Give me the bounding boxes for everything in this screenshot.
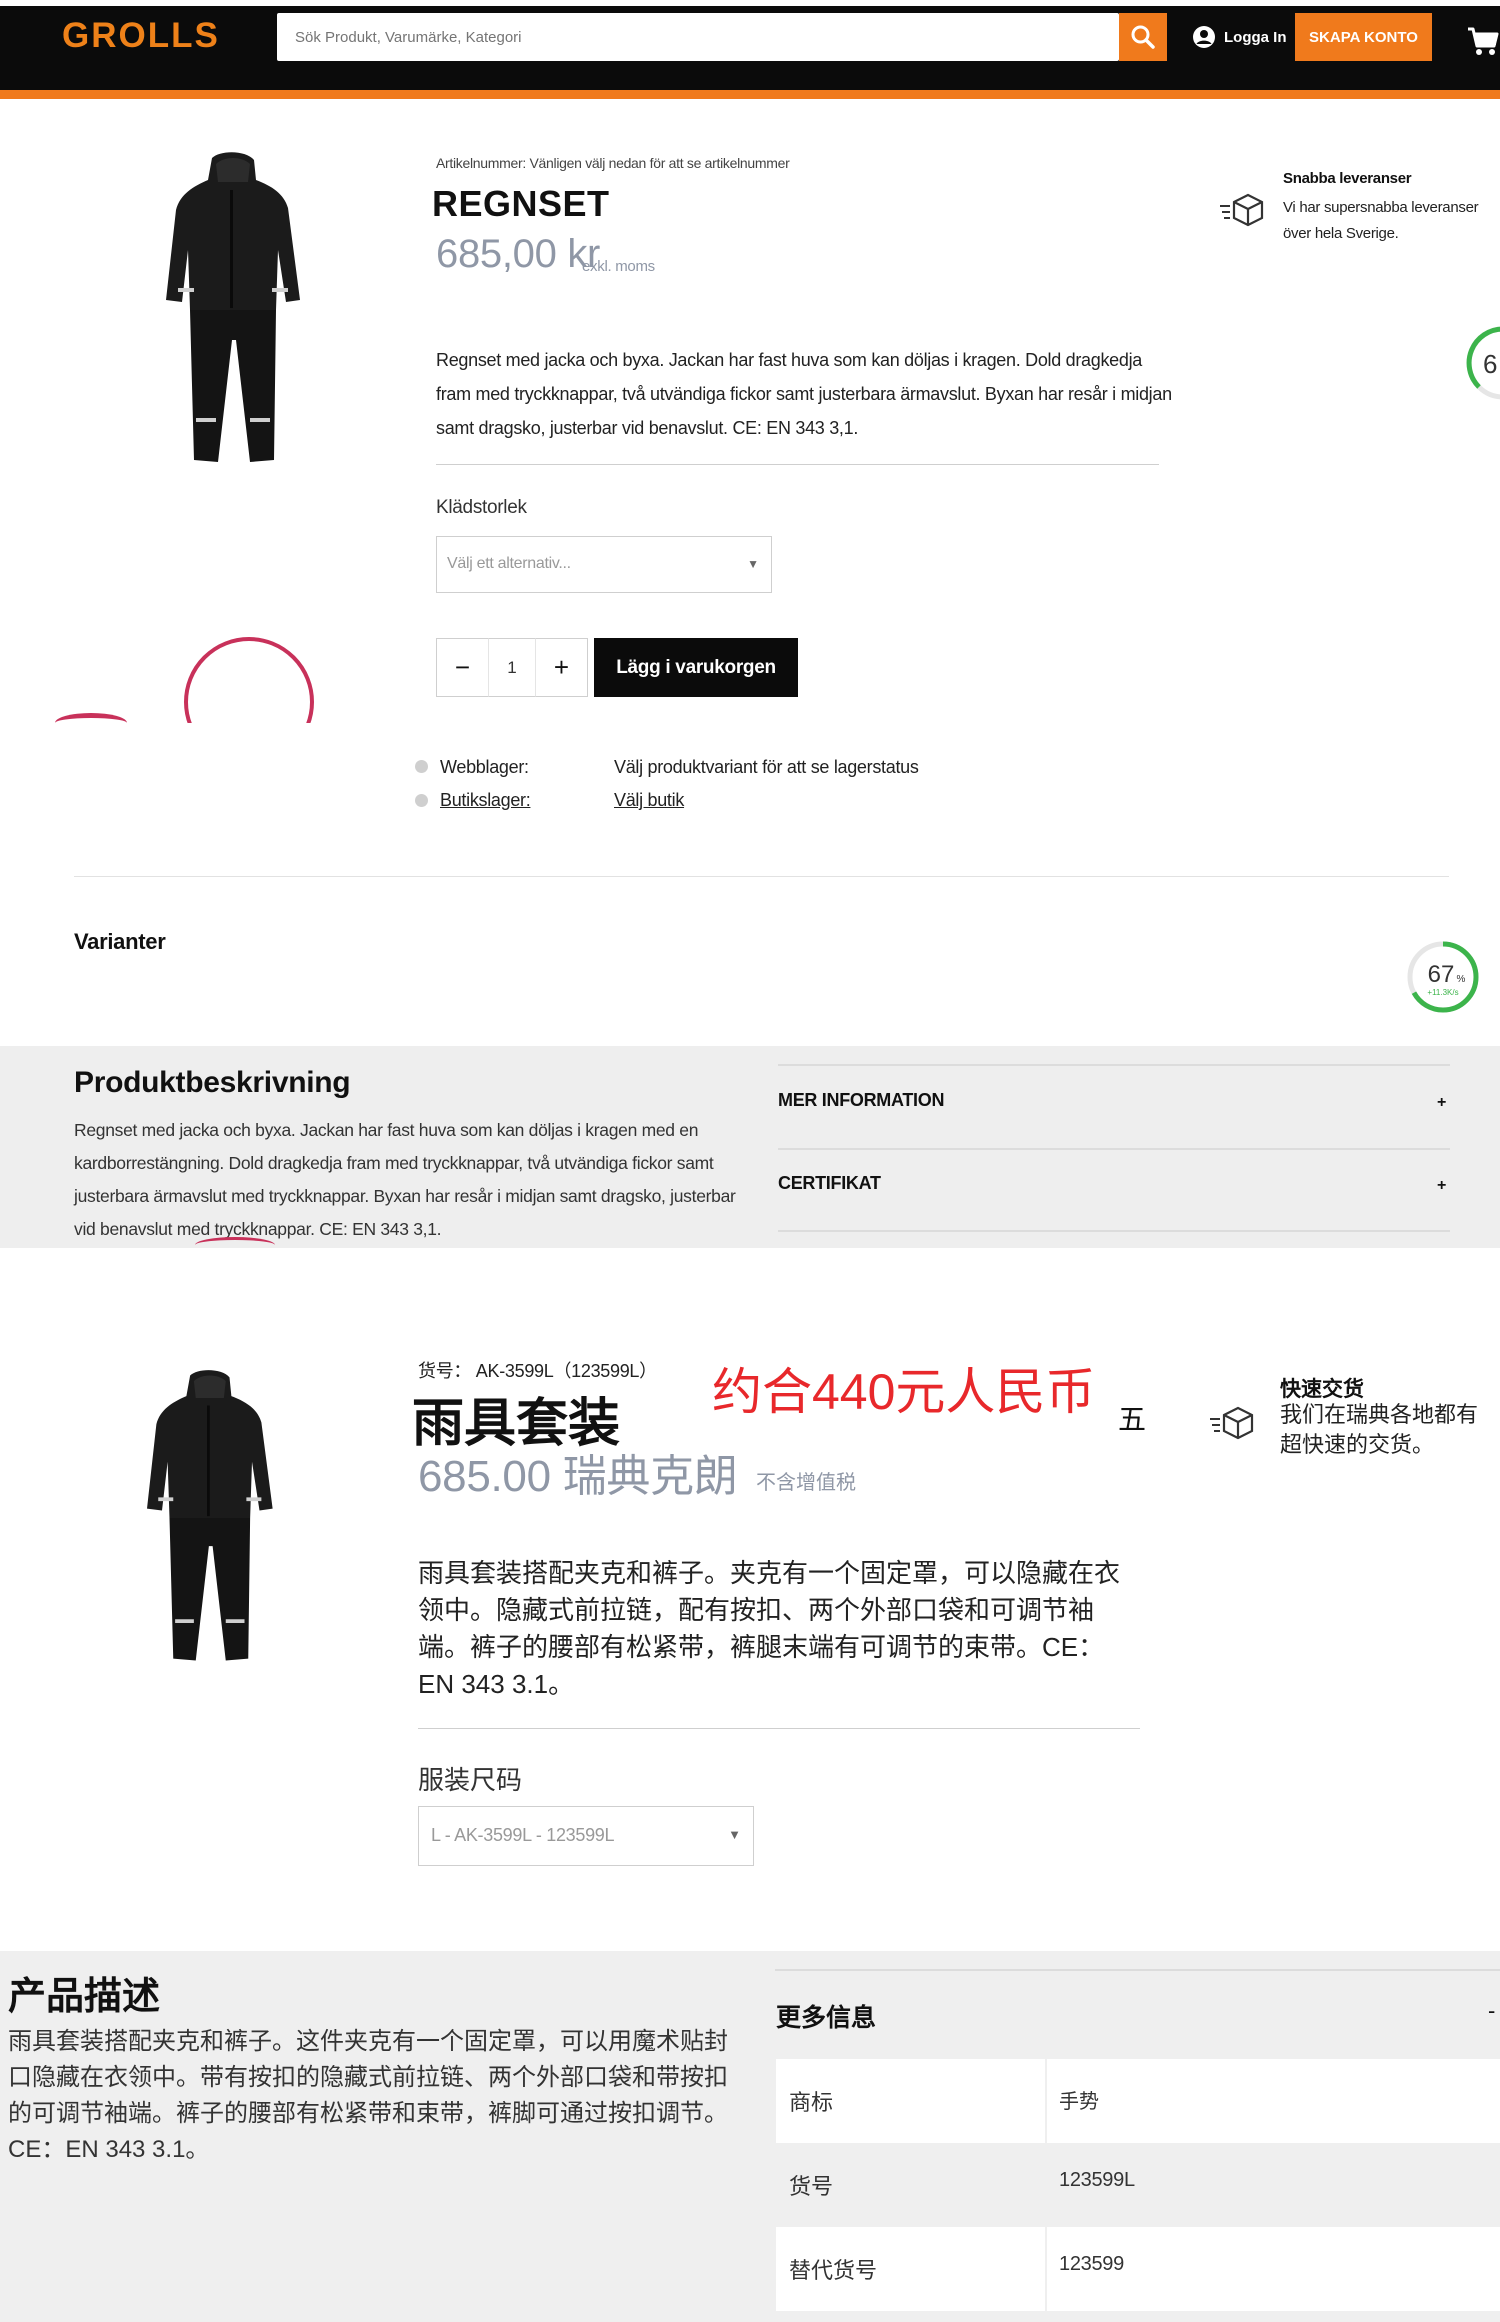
divider <box>436 464 1159 465</box>
price-note: exkl. moms <box>582 258 655 275</box>
size-select[interactable]: Välj ett alternativ... ▼ <box>436 536 772 593</box>
accordion-divider <box>778 1064 1450 1066</box>
login-link[interactable]: Logga In <box>1192 22 1287 52</box>
size-select-placeholder: Välj ett alternativ... <box>447 555 571 572</box>
rmb-price-annotation: 约合440元人民币 <box>712 1364 1096 1420</box>
description-text: Regnset med jacka och byxa. Jackan har f… <box>74 1120 736 1239</box>
size-label-zh: 服装尺码 <box>418 1765 523 1795</box>
delivery-title: Snabba leveranser <box>1283 170 1412 187</box>
chevron-down-icon: ▼ <box>747 557 759 571</box>
chevron-down-icon: ▼ <box>728 1827 741 1842</box>
cell-separator <box>1045 2227 1047 2311</box>
plus-icon: + <box>1436 1177 1446 1194</box>
cart-button[interactable] <box>1466 24 1500 58</box>
quantity-input[interactable] <box>488 638 536 697</box>
speed-gauge-partial: 6 <box>1466 326 1500 400</box>
accordion-label: MER INFORMATION <box>778 1090 945 1110</box>
info-key: 替代货号 <box>789 2258 878 2283</box>
accordion-certificates[interactable]: CERTIFIKAT + <box>778 1173 1450 1209</box>
divider <box>418 1728 1140 1729</box>
login-label: Logga In <box>1224 28 1287 46</box>
stock-web-label: Webblager: <box>440 757 529 777</box>
product-description-zh: 雨具套装搭配夹克和裤子。夹克有一个固定罩，可以隐藏在衣领中。隐藏式前拉链，配有按… <box>418 1558 1121 1699</box>
accordion-divider <box>775 1969 1500 1971</box>
stock-status-dot <box>415 760 428 773</box>
price-zh: 685.00 瑞典克朗 <box>418 1452 738 1501</box>
search-input[interactable] <box>277 13 1119 61</box>
description-title-zh: 产品描述 <box>8 1976 161 2018</box>
size-select-zh[interactable]: L - AK-3599L - 123599L ▼ <box>418 1806 754 1866</box>
speed-gauge: 67 % +11.3K/s <box>1407 941 1479 1013</box>
quantity-decrease-button[interactable]: − <box>436 638 488 697</box>
choose-store-link[interactable]: Välj butik <box>614 790 684 811</box>
plus-icon: + <box>553 652 570 682</box>
info-table-row: 货号 123599L <box>776 2143 1500 2227</box>
thumbnail-arc <box>195 1237 275 1253</box>
cart-icon <box>1468 27 1499 55</box>
variants-title: Varianter <box>74 929 166 954</box>
delivery-box-icon <box>1210 1406 1254 1440</box>
header-accent-line <box>0 90 1500 99</box>
price: 685,00 kr <box>436 232 601 276</box>
add-to-cart-button[interactable]: Lägg i varukorgen <box>594 638 798 697</box>
stray-character: 五 <box>1118 1404 1147 1435</box>
info-key: 货号 <box>789 2174 834 2199</box>
user-icon <box>1193 26 1215 48</box>
gauge-partial-value: 6 <box>1483 349 1497 379</box>
plus-icon: + <box>1436 1094 1446 1111</box>
gauge-percent: 67 <box>1428 961 1455 988</box>
delivery-box-icon <box>1220 193 1264 227</box>
sku-label-zh: 货号： AK-3599L（123599L） <box>418 1361 657 1381</box>
sku-label: Artikelnummer: Vänligen välj nedan för a… <box>436 155 790 171</box>
minus-icon: − <box>454 652 471 682</box>
gauge-unit: % <box>1457 974 1466 985</box>
description-title: Produktbeskrivning <box>74 1066 351 1099</box>
create-account-button[interactable]: SKAPA KONTO <box>1295 13 1432 61</box>
thumbnail-mask <box>40 723 440 813</box>
product-title: REGNSET <box>432 183 610 224</box>
accordion-label: CERTIFIKAT <box>778 1173 881 1193</box>
product-image-zh[interactable] <box>132 1358 282 1678</box>
info-value: 123599L <box>1059 2169 1135 2191</box>
size-label: Klädstorlek <box>436 497 527 518</box>
delivery-text: Vi har supersnabba leveranser över hela … <box>1283 199 1479 242</box>
delivery-text-zh: 我们在瑞典各地都有超快速的交货。 <box>1280 1402 1479 1457</box>
stock-store-link[interactable]: Butikslager: <box>440 790 531 811</box>
search-button[interactable] <box>1119 13 1167 61</box>
stock-web-value: Välj produktvariant för att se lagerstat… <box>614 757 919 777</box>
cell-separator <box>1045 2059 1047 2143</box>
search-box[interactable] <box>277 13 1119 61</box>
size-select-value: L - AK-3599L - 123599L <box>431 1825 615 1845</box>
info-table-row: 商标 手势 <box>776 2059 1500 2143</box>
divider <box>74 876 1449 877</box>
quantity-increase-button[interactable]: + <box>536 638 588 697</box>
search-icon <box>1131 25 1155 49</box>
price-note-zh: 不含增值税 <box>756 1472 856 1494</box>
accordion-divider <box>778 1230 1450 1232</box>
product-image[interactable] <box>150 150 310 470</box>
info-key: 商标 <box>789 2090 834 2115</box>
gauge-rate: +11.3K/s <box>1427 988 1458 997</box>
description-text-zh: 雨具套装搭配夹克和裤子。这件夹克有一个固定罩，可以用魔术贴封口隐藏在衣领中。带有… <box>8 2028 728 2163</box>
info-value: 手势 <box>1059 2091 1099 2113</box>
more-info-title[interactable]: 更多信息 <box>776 1998 876 2034</box>
accordion-more-info[interactable]: MER INFORMATION + <box>778 1090 1450 1126</box>
delivery-title-zh: 快速交货 <box>1280 1378 1364 1401</box>
grolls-logo[interactable]: GROLLS <box>62 16 220 56</box>
info-table-row: 替代货号 123599 <box>776 2227 1500 2311</box>
minus-icon[interactable]: - <box>1488 1998 1495 2024</box>
info-value: 123599 <box>1059 2253 1124 2275</box>
stock-status-dot <box>415 794 428 807</box>
product-description: Regnset med jacka och byxa. Jackan har f… <box>436 350 1172 438</box>
accordion-divider <box>778 1148 1450 1150</box>
